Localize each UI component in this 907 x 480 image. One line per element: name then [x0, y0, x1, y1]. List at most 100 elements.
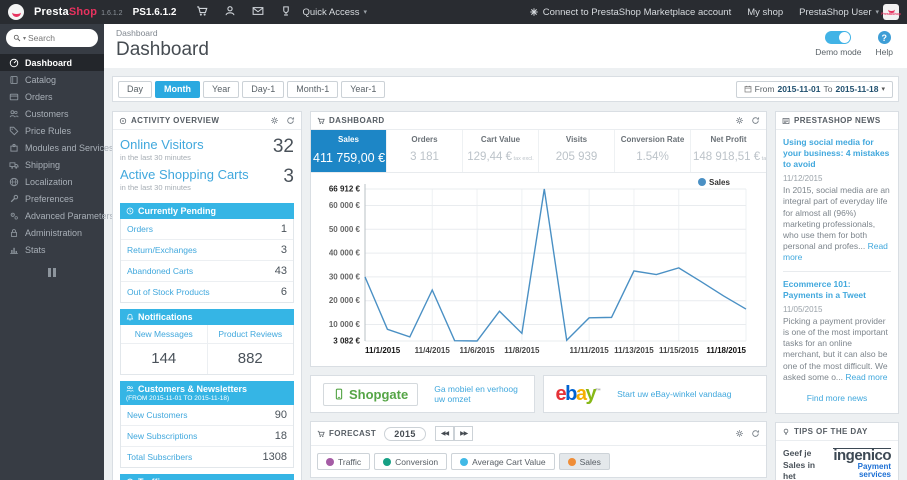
globe-icon [9, 177, 19, 187]
customers-label[interactable]: New Subscriptions [127, 431, 197, 441]
puzzle-icon [9, 143, 19, 153]
read-more-link[interactable]: Read more [845, 372, 887, 382]
forecast-legend-average-cart-value[interactable]: Average Cart Value [451, 453, 555, 470]
forecast-next-button[interactable]: ▶▶ [454, 426, 474, 441]
legend-label: Average Cart Value [472, 456, 546, 467]
user-button[interactable] [224, 5, 236, 20]
kpi-cart-value[interactable]: Cart Value 129,44 € tax excl. [463, 130, 539, 172]
kpi-visits[interactable]: Visits 205 939 [539, 130, 615, 172]
sidebar-item-customers[interactable]: Customers [0, 105, 104, 122]
sidebar-item-administration[interactable]: Administration [0, 224, 104, 241]
sidebar-item-label: Administration [25, 227, 83, 238]
range-button-year-1[interactable]: Year-1 [341, 80, 386, 98]
pending-label[interactable]: Abandoned Carts [127, 266, 193, 276]
refresh-icon[interactable] [286, 116, 295, 125]
sidebar-item-dashboard[interactable]: Dashboard [0, 54, 104, 71]
my-shop-link[interactable]: My shop [747, 7, 783, 18]
breadcrumb[interactable]: Dashboard [116, 28, 895, 38]
pending-label[interactable]: Out of Stock Products [127, 287, 210, 297]
customers-label[interactable]: New Customers [127, 410, 187, 420]
chevron-down-icon: ▾ [881, 86, 885, 93]
forecast-prev-button[interactable]: ◀◀ [434, 426, 455, 441]
help-button[interactable]: ? [877, 31, 891, 44]
forecast-legend-sales[interactable]: Sales [558, 453, 610, 470]
refresh-icon[interactable] [751, 116, 760, 125]
demo-mode-toggle[interactable] [825, 31, 852, 44]
trophy-icon [280, 5, 292, 17]
refresh-icon[interactable] [751, 429, 760, 438]
gear-icon[interactable] [270, 116, 279, 125]
svg-text:20 000 €: 20 000 € [329, 296, 361, 305]
range-button-day[interactable]: Day [118, 80, 153, 98]
shopgate-banner[interactable]: Shopgate Ga mobiel en verhoog uw omzet [310, 375, 535, 413]
sidebar-item-preferences[interactable]: Preferences [0, 190, 104, 207]
search-input[interactable] [28, 33, 81, 43]
online-visitors-link[interactable]: Online Visitors [120, 137, 204, 152]
notification-col-product-reviews: Product Reviews 882 [207, 325, 293, 374]
sidebar-collapse-button[interactable] [0, 268, 104, 277]
pending-value: 3 [280, 244, 287, 256]
wrench-icon [9, 194, 19, 204]
sidebar-item-label: Dashboard [25, 57, 73, 68]
kpi-net-profit[interactable]: Net Profit 148 918,51 € tax excl. [691, 130, 766, 172]
sidebar-item-label: Stats [25, 244, 46, 255]
legend-label: Conversion [395, 456, 439, 467]
trophy-button[interactable] [280, 5, 292, 20]
forecast-legend-conversion[interactable]: Conversion [374, 453, 448, 470]
sidebar-item-price-rules[interactable]: Price Rules [0, 122, 104, 139]
customers-row: New Customers 90 [121, 405, 293, 426]
active-carts-link[interactable]: Active Shopping Carts [120, 167, 249, 182]
sidebar-search[interactable]: ▾ [6, 29, 98, 47]
user-menu[interactable]: PrestaShop User ▾ PrestaShop [799, 4, 901, 20]
pending-label[interactable]: Return/Exchanges [127, 245, 197, 255]
sidebar-item-catalog[interactable]: Catalog [0, 71, 104, 88]
forecast-legend-traffic[interactable]: Traffic [317, 453, 371, 470]
mail-button[interactable] [252, 5, 264, 20]
sidebar-item-stats[interactable]: Stats [0, 241, 104, 258]
gear-icon[interactable] [735, 429, 744, 438]
range-button-day-1[interactable]: Day-1 [242, 80, 285, 98]
marketplace-connect-link[interactable]: Connect to PrestaShop Marketplace accoun… [529, 7, 731, 18]
article-title-link[interactable]: Ecommerce 101: Payments in a Tweet [783, 279, 891, 301]
read-more-link[interactable]: Read more [783, 241, 888, 262]
conversion-dot [383, 457, 392, 466]
range-button-year[interactable]: Year [203, 80, 240, 98]
users-icon [9, 109, 19, 119]
notification-label[interactable]: New Messages [121, 325, 207, 344]
customers-rows: New Customers 90 New Subscriptions 18 Total … [120, 405, 294, 468]
sidebar-nav: Dashboard Catalog Orders Customers Price Rul… [0, 54, 114, 258]
svg-text:Sales: Sales [709, 178, 730, 187]
sidebar-item-localization[interactable]: Localization [0, 173, 104, 190]
gear-icon[interactable] [735, 116, 744, 125]
sidebar-item-shipping[interactable]: Shipping [0, 156, 104, 173]
range-button-month[interactable]: Month [155, 80, 201, 98]
pending-label[interactable]: Orders [127, 224, 153, 234]
sidebar-item-modules-and-services[interactable]: Modules and Services [0, 139, 114, 156]
sidebar-item-label: Advanced Parameters [25, 210, 115, 221]
article-title-link[interactable]: Using social media for your business: 4 … [783, 137, 891, 170]
article-date: 11/05/2015 [783, 304, 823, 314]
find-more-news-link[interactable]: Find more news [783, 393, 891, 403]
ebay-banner[interactable]: ebay™ Start uw eBay-winkel vandaag [542, 375, 767, 413]
quick-access-menu[interactable]: Quick Access ▾ [302, 7, 367, 18]
date-range-button[interactable]: From 2015-11-01 To 2015-11-18 ▾ [735, 80, 893, 98]
book-icon [9, 75, 19, 85]
notification-label[interactable]: Product Reviews [207, 325, 293, 344]
shopgate-link[interactable]: Ga mobiel en verhoog uw omzet [434, 384, 521, 404]
kpi-orders[interactable]: Orders 3 181 [387, 130, 463, 172]
cart-button[interactable] [196, 5, 208, 20]
kpi-value: 411 759,00 € tax excl. [313, 151, 386, 165]
ebay-link[interactable]: Start uw eBay-winkel vandaag [617, 389, 731, 399]
kpi-row: Sales 411 759,00 € tax excl. Orders 3 181 Ca… [311, 130, 766, 173]
pending-row: Abandoned Carts 43 [121, 261, 293, 282]
sidebar-item-advanced-parameters[interactable]: Advanced Parameters [0, 207, 114, 224]
sidebar-item-label: Localization [25, 176, 73, 187]
sidebar-item-orders[interactable]: Orders [0, 88, 104, 105]
clock-icon [126, 207, 134, 215]
kpi-conversion-rate[interactable]: Conversion Rate 1.54% [615, 130, 691, 172]
chevron-down-icon: ▾ [363, 9, 368, 16]
customers-label[interactable]: Total Subscribers [127, 452, 192, 462]
kpi-sales[interactable]: Sales 411 759,00 € tax excl. [311, 130, 387, 172]
range-button-month-1[interactable]: Month-1 [287, 80, 339, 98]
sidebar-item-label: Customers [25, 108, 69, 119]
